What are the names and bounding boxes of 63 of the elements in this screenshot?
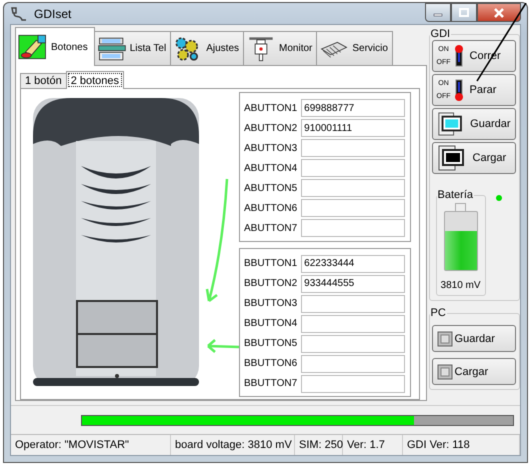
battery-title: Batería	[436, 189, 474, 201]
phone-number-field[interactable]: 933444555	[301, 274, 406, 292]
close-icon	[493, 8, 505, 18]
field-label: ABUTTON4	[244, 162, 298, 174]
toggle-switch-icon	[454, 44, 464, 68]
computer-icon	[436, 144, 467, 172]
hand-press-icon	[18, 33, 48, 61]
field-label: BBUTTON2	[244, 278, 298, 289]
phone-number-field[interactable]	[301, 374, 406, 392]
action-button[interactable]: Guardar	[432, 325, 516, 352]
field-label: ABUTTON5	[244, 182, 298, 194]
maximize-icon	[459, 8, 469, 17]
floppy-icon	[436, 364, 453, 380]
phone-number-field[interactable]	[301, 199, 406, 217]
field-label: BBUTTON3	[244, 298, 298, 309]
field-label: BBUTTON4	[244, 318, 298, 329]
tab[interactable]: Monitor	[243, 31, 318, 65]
maximize-button[interactable]	[451, 3, 477, 22]
sub-tab[interactable]: 2 botones	[66, 71, 124, 89]
tab[interactable]: Lista Tel	[94, 31, 172, 65]
tab[interactable]: Ajustes	[170, 31, 244, 65]
field-label: BBUTTON7	[244, 378, 298, 389]
minimize-button[interactable]	[425, 3, 451, 22]
action-button[interactable]: Cargar	[432, 358, 516, 385]
status-text: board voltage: 3810 mV	[171, 435, 295, 455]
phone-number-field[interactable]	[301, 354, 406, 372]
status-text: Ver: 1.7	[343, 435, 403, 455]
status-text: GDI Ver: 118	[403, 435, 520, 455]
phone-number-field[interactable]	[301, 219, 406, 237]
tab[interactable]: Servicio	[316, 31, 393, 65]
phone-number-field[interactable]: 910001111	[301, 119, 406, 137]
action-button[interactable]: Guardar	[432, 108, 516, 140]
group-title: GDI	[430, 28, 452, 40]
phone-number-field[interactable]	[301, 179, 406, 197]
status-text: SIM: 250	[295, 435, 343, 455]
phone-number-field[interactable]: 699888777	[301, 99, 406, 117]
field-label: ABUTTON1	[244, 102, 298, 114]
phone-number-field[interactable]	[301, 139, 406, 157]
status-text: Operator: "MOVISTAR"	[11, 435, 171, 455]
close-button[interactable]	[477, 3, 521, 22]
tab[interactable]: Botones	[15, 27, 95, 66]
field-label: BBUTTON5	[244, 338, 298, 349]
pointer-arrow	[205, 338, 241, 354]
phone-number-field[interactable]: 622333444	[301, 254, 406, 272]
phone-number-field[interactable]	[301, 334, 406, 352]
field-label: ABUTTON3	[244, 142, 298, 154]
toggle-switch-icon	[454, 78, 464, 102]
floppy-icon	[436, 330, 453, 346]
field-label: BBUTTON6	[244, 358, 298, 369]
phone-number-field[interactable]	[301, 159, 406, 177]
group-title: PC	[430, 307, 447, 319]
sub-tab[interactable]: 1 botón	[20, 73, 67, 88]
plug-icon	[10, 6, 28, 22]
field-label: ABUTTON2	[244, 122, 298, 134]
field-label: ABUTTON6	[244, 202, 298, 214]
field-label: ABUTTON7	[244, 222, 298, 234]
phone-number-field[interactable]	[301, 314, 406, 332]
field-label: BBUTTON1	[244, 258, 298, 269]
phone-number-field[interactable]	[301, 294, 406, 312]
action-button[interactable]: Cargar	[432, 142, 516, 174]
computer-icon	[436, 110, 464, 138]
window-title: GDIset	[34, 6, 72, 20]
battery-voltage: 3810 mV	[440, 280, 481, 291]
